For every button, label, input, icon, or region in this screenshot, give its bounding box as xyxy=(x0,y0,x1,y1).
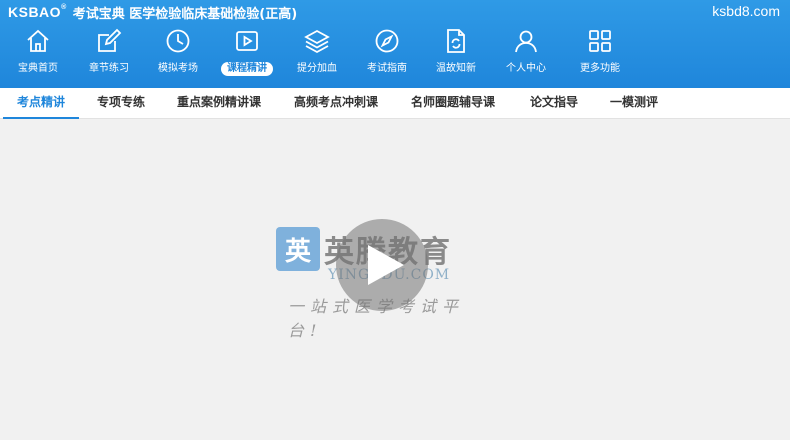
nav-item-exam-guide[interactable]: 考试指南 xyxy=(352,24,422,84)
ksbao-logo: KSBAO® xyxy=(8,4,67,20)
nav-label: 考试指南 xyxy=(367,63,407,74)
layers-icon xyxy=(304,29,330,54)
nav-item-score-boost[interactable]: 提分加血 xyxy=(282,24,352,84)
grid-icon xyxy=(589,30,611,52)
play-button[interactable] xyxy=(336,219,428,311)
nav-label: 温故知新 xyxy=(436,63,476,74)
refresh-doc-icon xyxy=(447,29,465,53)
play-icon xyxy=(368,245,404,285)
nav-item-chapter-practice[interactable]: 章节练习 xyxy=(74,24,144,84)
site-url[interactable]: ksbd8.com xyxy=(712,3,780,19)
clock-icon xyxy=(166,29,190,53)
nav-label: 课程精讲 xyxy=(221,62,273,76)
video-play-icon xyxy=(236,31,258,51)
brand: KSBAO® 考试宝典 医学检验临床基础检验(正高) xyxy=(8,3,298,22)
nav-label: 提分加血 xyxy=(297,63,337,74)
nav-item-mock-exam[interactable]: 模拟考场 xyxy=(143,24,213,84)
home-icon xyxy=(27,29,49,52)
nav-item-course-lecture[interactable]: 课程精讲 xyxy=(212,24,282,84)
tab-thesis-guidance[interactable]: 论文指导 xyxy=(530,88,578,119)
course-subnav: 考点精讲 专项专练 重点案例精讲课 高频考点冲刺课 名师圈题辅导课 论文指导 一… xyxy=(0,88,790,119)
compass-icon xyxy=(375,29,399,53)
tab-tutor-course[interactable]: 名师圈题辅导课 xyxy=(411,88,495,119)
tab-key-points[interactable]: 考点精讲 xyxy=(2,88,80,119)
top-header: KSBAO® 考试宝典 医学检验临床基础检验(正高) ksbd8.com 宝典首… xyxy=(0,0,790,88)
edit-icon xyxy=(98,28,122,52)
user-icon xyxy=(515,30,537,53)
nav-label: 模拟考场 xyxy=(158,63,198,74)
nav-label: 宝典首页 xyxy=(18,63,58,74)
tab-case-lectures[interactable]: 重点案例精讲课 xyxy=(177,88,261,119)
nav-item-more[interactable]: 更多功能 xyxy=(565,24,635,84)
watermark-badge: 英 xyxy=(276,227,320,271)
tab-sprint-course[interactable]: 高频考点冲刺课 xyxy=(294,88,378,119)
tab-special-practice[interactable]: 专项专练 xyxy=(97,88,145,119)
nav-label: 个人中心 xyxy=(506,63,546,74)
nav-item-home[interactable]: 宝典首页 xyxy=(3,24,73,84)
exam-title: 考试宝典 医学检验临床基础检验(正高) xyxy=(72,6,298,22)
nav-label: 更多功能 xyxy=(580,63,620,74)
nav-label: 章节练习 xyxy=(89,63,129,74)
tab-mock-evaluation[interactable]: 一模测评 xyxy=(610,88,658,119)
nav-item-review[interactable]: 温故知新 xyxy=(421,24,491,84)
main-nav: 宝典首页 章节练习 模拟考场 课程精讲 提分加血 考试指南 温故知新 个人中心 xyxy=(0,24,790,84)
nav-item-user-center[interactable]: 个人中心 xyxy=(491,24,561,84)
video-player[interactable]: 英 英腾教育 YINGEDU.COM 一站式医学考试平台! xyxy=(0,119,790,440)
